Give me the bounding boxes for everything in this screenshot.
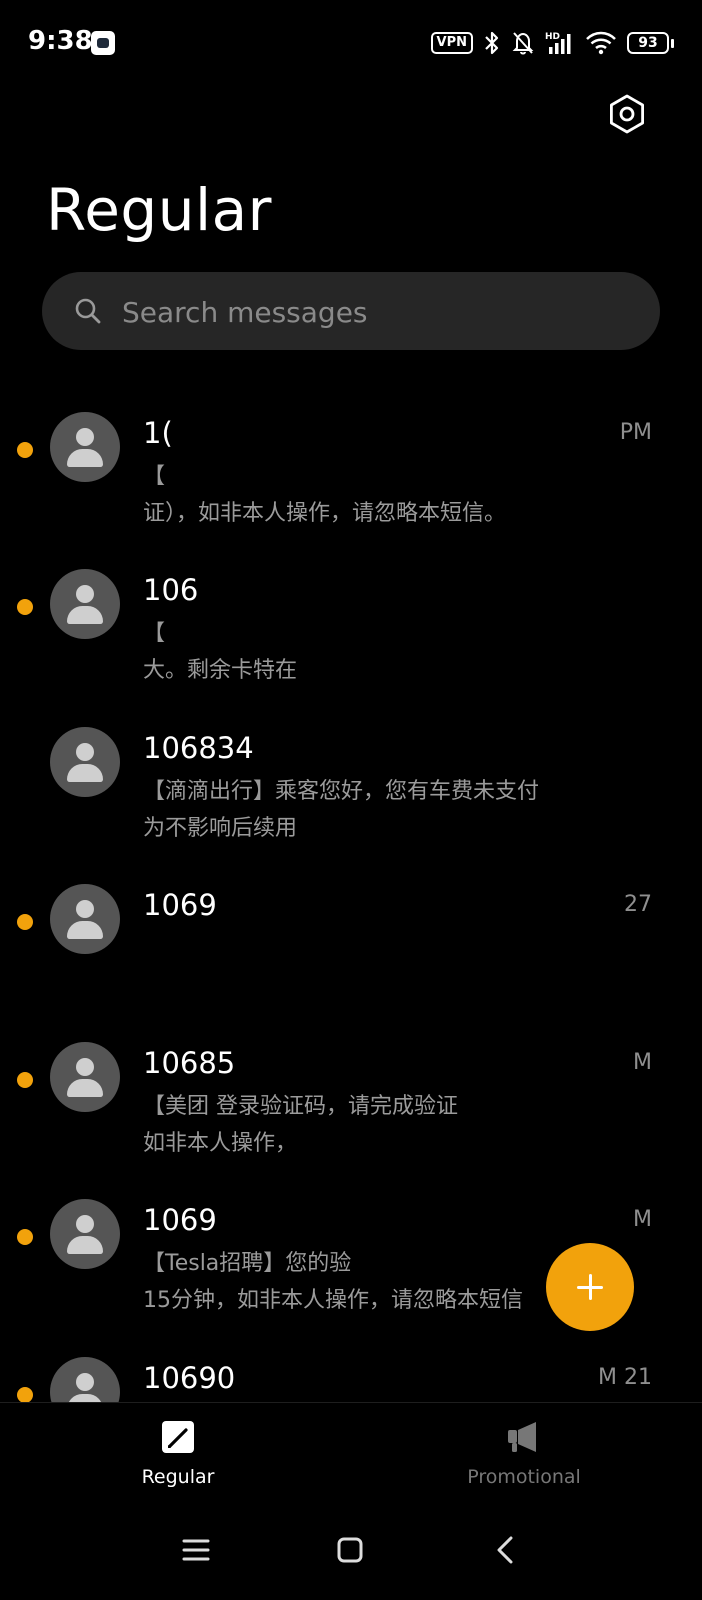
message-item[interactable]: 10690 M 21	[0, 1325, 702, 1402]
bluetooth-icon	[485, 31, 499, 55]
tab-regular[interactable]: Regular	[78, 1403, 278, 1501]
message-sender: 1069	[143, 888, 217, 922]
message-sender: 106	[143, 573, 199, 607]
vpn-icon: VPN	[430, 32, 473, 54]
unread-indicator	[17, 914, 33, 930]
message-sender: 1069	[143, 1203, 217, 1237]
avatar[interactable]	[50, 1357, 120, 1402]
message-sender: 1(	[143, 416, 173, 450]
page-title: Regular	[46, 176, 272, 244]
svg-text:HD: HD	[545, 32, 560, 42]
avatar[interactable]	[50, 569, 120, 639]
search-input[interactable]	[120, 272, 644, 352]
cellular-signal-icon: HD	[545, 32, 571, 54]
avatar[interactable]	[50, 884, 120, 954]
search-bar[interactable]	[42, 272, 660, 352]
home-icon[interactable]	[330, 1530, 370, 1570]
message-preview: 【 大。剩余卡特在	[143, 621, 298, 683]
message-item[interactable]: 1069 27	[0, 852, 702, 1010]
unread-indicator	[17, 599, 33, 615]
status-time: 9:38	[28, 26, 93, 56]
unread-indicator	[17, 1387, 33, 1402]
message-sender: 10690	[143, 1361, 236, 1395]
message-item[interactable]: 106 【 大。剩余卡特在	[0, 537, 702, 695]
message-time: M	[633, 1050, 652, 1075]
avatar[interactable]	[50, 1199, 120, 1269]
bell-muted-icon	[512, 32, 534, 55]
status-bar: 9:38 VPN HD 93	[0, 0, 702, 88]
message-time: PM	[619, 420, 652, 445]
back-icon[interactable]	[486, 1530, 526, 1570]
unread-indicator	[17, 1072, 33, 1088]
bottom-nav: Regular Promotional	[0, 1402, 702, 1501]
gear-icon[interactable]	[606, 93, 648, 135]
avatar[interactable]	[50, 1042, 120, 1112]
avatar[interactable]	[50, 727, 120, 797]
message-time: M 21	[598, 1365, 652, 1390]
battery-level: 93	[627, 32, 669, 54]
tab-promotional[interactable]: Promotional	[424, 1403, 624, 1501]
search-icon	[75, 298, 101, 324]
compose-icon	[162, 1421, 194, 1453]
message-item[interactable]: 106834 【滴滴出行】乘客您好，您有车费未支付 为不影响后续用	[0, 695, 702, 853]
unread-indicator	[17, 1229, 33, 1245]
app-notification-icon	[91, 31, 115, 55]
megaphone-icon	[508, 1422, 536, 1452]
message-sender: 106834	[143, 731, 254, 765]
wifi-icon	[586, 31, 616, 55]
battery-icon: 93	[627, 32, 674, 54]
message-time: 27	[624, 892, 652, 917]
status-icons: VPN HD 93	[430, 28, 674, 58]
message-item[interactable]: 10685 M 【美团 登录验证码，请完成验证 如非本人操作，	[0, 1010, 702, 1168]
message-preview: 【美团 登录验证码，请完成验证 如非本人操作，	[143, 1094, 458, 1156]
avatar[interactable]	[50, 412, 120, 482]
message-item[interactable]: 1( PM 【 证），如非本人操作，请忽略本短信。	[0, 380, 702, 538]
new-message-button[interactable]	[546, 1243, 634, 1331]
message-preview: 【滴滴出行】乘客您好，您有车费未支付 为不影响后续用	[143, 779, 540, 841]
system-nav-bar	[0, 1500, 702, 1600]
message-preview: 【 证），如非本人操作，请忽略本短信。	[143, 464, 507, 526]
tab-promotional-label: Promotional	[467, 1466, 581, 1488]
recent-apps-icon[interactable]	[176, 1530, 216, 1570]
tab-regular-label: Regular	[141, 1466, 215, 1488]
unread-indicator	[17, 442, 33, 458]
message-time: M	[633, 1207, 652, 1232]
message-sender: 10685	[143, 1046, 236, 1080]
